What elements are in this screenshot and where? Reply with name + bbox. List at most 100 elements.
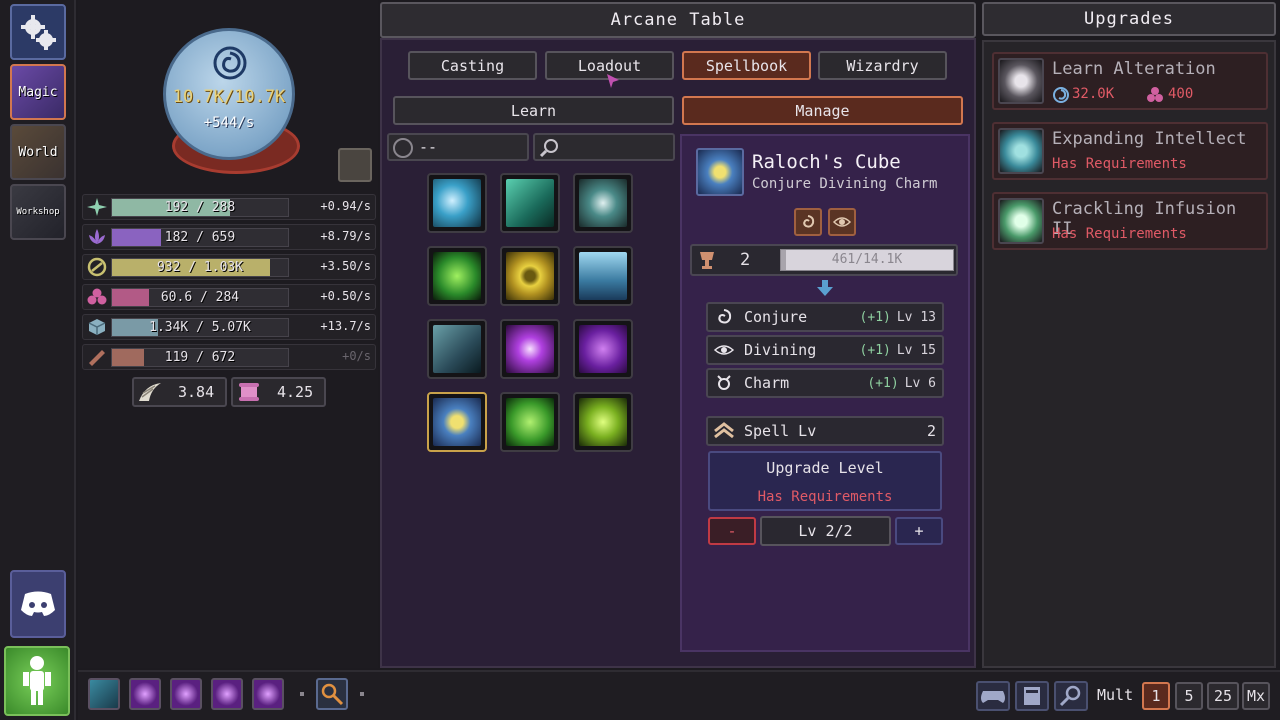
subtab-learn[interactable]: Learn [393, 96, 674, 125]
resource-value: 932 / 1.03K [156, 260, 244, 275]
mult-option-25[interactable]: 25 [1207, 682, 1239, 710]
inspect-button[interactable] [1054, 681, 1088, 711]
tab-wizardry[interactable]: Wizardry [818, 51, 947, 80]
school-bonus: (+1) [859, 309, 891, 325]
trefoil-icon [1147, 87, 1163, 102]
infusion-orb-icon [998, 198, 1044, 244]
subtab-manage[interactable]: Manage [682, 96, 963, 125]
tab-label: Wizardry [846, 56, 919, 75]
upgrade-expanding-intellect[interactable]: Expanding Intellect Has Requirements [992, 122, 1268, 180]
quick-slot[interactable] [88, 678, 120, 710]
mana-orb: 10.7K/10.7K +544/s [163, 28, 295, 160]
tab-casting[interactable]: Casting [408, 51, 537, 80]
upgrade-level-button[interactable]: Upgrade Level Has Requirements [708, 451, 942, 511]
quick-slot[interactable] [252, 678, 284, 710]
character-button[interactable] [4, 646, 70, 716]
conjure-icon [712, 306, 736, 328]
spell-slot-leaf[interactable] [427, 246, 487, 306]
magnifier-icon [1059, 685, 1081, 707]
school-bonus: (+1) [867, 375, 899, 391]
spell-subtitle: Conjure Divining Charm [752, 176, 938, 192]
school-level: Lv 15 [896, 342, 936, 358]
tab-label: Learn [510, 101, 557, 120]
resource-value: 192 / 288 [164, 200, 236, 215]
search-icon [539, 139, 558, 158]
quick-slot[interactable] [129, 678, 161, 710]
quick-slot[interactable] [211, 678, 243, 710]
sidebar-item-magic[interactable]: Magic [10, 64, 66, 120]
minus-label: - [727, 522, 737, 540]
upgrade-level-requirement: Has Requirements [757, 489, 893, 505]
mult-label: Mult [1097, 686, 1134, 704]
tab-spellbook[interactable]: Spellbook [682, 51, 811, 80]
spell-slot-rune-sigil[interactable] [573, 319, 633, 379]
filter-dropdown[interactable]: -- [387, 133, 529, 161]
filter-value: -- [419, 138, 438, 156]
resource-row: 60.6 / 284 +0.50/s [82, 284, 376, 310]
resource-value: 60.6 / 284 [160, 290, 240, 305]
mana-rate: +544/s [203, 115, 255, 131]
sidebar-item-world[interactable]: World [10, 124, 66, 180]
school-name: Conjure [744, 308, 808, 326]
spell-slot-golden-spiral[interactable] [500, 246, 560, 306]
spell-lv-label: Spell Lv [744, 422, 817, 440]
discord-icon [21, 591, 55, 616]
settings-button[interactable] [10, 4, 66, 60]
upgrade-cost-mana: 32.0K [1072, 86, 1115, 102]
spell-slot-ralochs-cube[interactable] [427, 392, 487, 452]
spell-slot-frost-tree[interactable] [573, 246, 633, 306]
resource-row: 932 / 1.03K +3.50/s [82, 254, 376, 280]
side-tool-button[interactable] [338, 148, 372, 182]
gamepad-button[interactable] [976, 681, 1010, 711]
upgrade-name: Learn Alteration [1052, 59, 1216, 79]
mult-option-1[interactable]: 1 [1142, 682, 1170, 710]
spell-name: Raloch's Cube [752, 151, 901, 173]
level-increase-button[interactable]: + [895, 517, 943, 545]
upgrades-title: Upgrades [982, 2, 1276, 36]
resource-row: 1.34K / 5.07K +13.7/s [82, 314, 376, 340]
resource-value: 182 / 659 [164, 230, 236, 245]
discord-button[interactable] [10, 570, 66, 638]
tablet-button[interactable] [1015, 681, 1049, 711]
spell-slot-jade-stairs[interactable] [500, 173, 560, 233]
resource-rate: +8.79/s [320, 229, 371, 243]
sidebar-item-workshop[interactable]: Workshop [10, 184, 66, 240]
tablet-icon [1024, 687, 1040, 705]
resource-rate: +0.50/s [320, 289, 371, 303]
mana-swirl-icon [1053, 87, 1069, 103]
xp-bar: 461/14.1K [780, 249, 954, 271]
mult-option-label: 25 [1213, 687, 1233, 705]
character-icon [23, 656, 51, 705]
circle-filter-icon [393, 138, 413, 158]
sidebar-item-label: World [18, 144, 58, 160]
search-input[interactable] [533, 133, 675, 161]
spell-slot-green-swirl[interactable] [573, 392, 633, 452]
spell-slot-vortex[interactable] [573, 173, 633, 233]
arrow-down-icon [817, 280, 833, 296]
resource-row: 182 / 659 +8.79/s [82, 224, 376, 250]
spell-slot-lightning-ward[interactable] [427, 173, 487, 233]
log-icon [89, 350, 105, 366]
trophy-icon [700, 252, 714, 269]
upgrade-crackling-infusion[interactable]: Crackling Infusion II Has Requirements [992, 192, 1268, 250]
mult-option-5[interactable]: 5 [1175, 682, 1203, 710]
resource-rate: +0.94/s [320, 199, 371, 213]
upgrade-learn-alteration[interactable]: Learn Alteration 32.0K 400 [992, 52, 1268, 110]
spell-slot-arcane-burst[interactable] [500, 319, 560, 379]
charm-icon [712, 372, 736, 394]
level-decrease-button[interactable]: - [708, 517, 756, 545]
spell-slot-hammer[interactable] [427, 319, 487, 379]
mana-value: 10.7K/10.7K [172, 87, 286, 107]
mult-option-max[interactable]: Mx [1242, 682, 1270, 710]
stat-badge-value: 4.25 [277, 383, 314, 401]
lotus-icon [89, 229, 105, 244]
spiral-icon [87, 257, 107, 277]
plus-label: + [914, 522, 924, 540]
school-row-conjure: Conjure (+1) Lv 13 [706, 302, 944, 332]
spell-slot-forest-spirit[interactable] [500, 392, 560, 452]
star-burst-icon [87, 198, 107, 216]
quick-slot[interactable] [170, 678, 202, 710]
settings-gear-icon [21, 15, 56, 50]
quick-slot-tool[interactable] [316, 678, 348, 710]
spell-level-value: 2 [740, 250, 751, 270]
